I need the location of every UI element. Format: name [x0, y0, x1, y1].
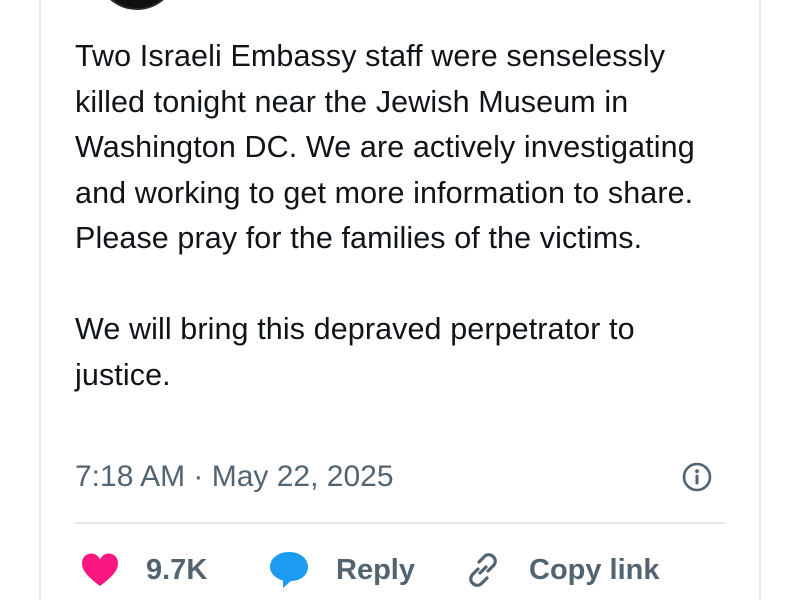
- tweet-text: Two Israeli Embassy staff were senseless…: [75, 34, 735, 398]
- reply-label: Reply: [336, 553, 415, 586]
- tweet-timestamp[interactable]: 7:18 AM · May 22, 2025: [75, 455, 394, 499]
- like-count: 9.7K: [146, 553, 208, 586]
- copy-link-button[interactable]: Copy link: [463, 548, 660, 592]
- divider: [75, 522, 725, 524]
- info-icon[interactable]: [682, 462, 712, 492]
- link-icon: [463, 550, 503, 590]
- tweet-paragraph-2: We will bring this depraved perpetrator …: [75, 312, 635, 392]
- copy-link-label: Copy link: [529, 553, 660, 586]
- like-button[interactable]: 9.7K: [80, 548, 207, 592]
- tweet-paragraph-1: Two Israeli Embassy staff were senseless…: [75, 39, 695, 255]
- heart-icon: [80, 552, 120, 588]
- reply-button[interactable]: Reply: [268, 548, 415, 592]
- speech-bubble-icon: [268, 550, 310, 590]
